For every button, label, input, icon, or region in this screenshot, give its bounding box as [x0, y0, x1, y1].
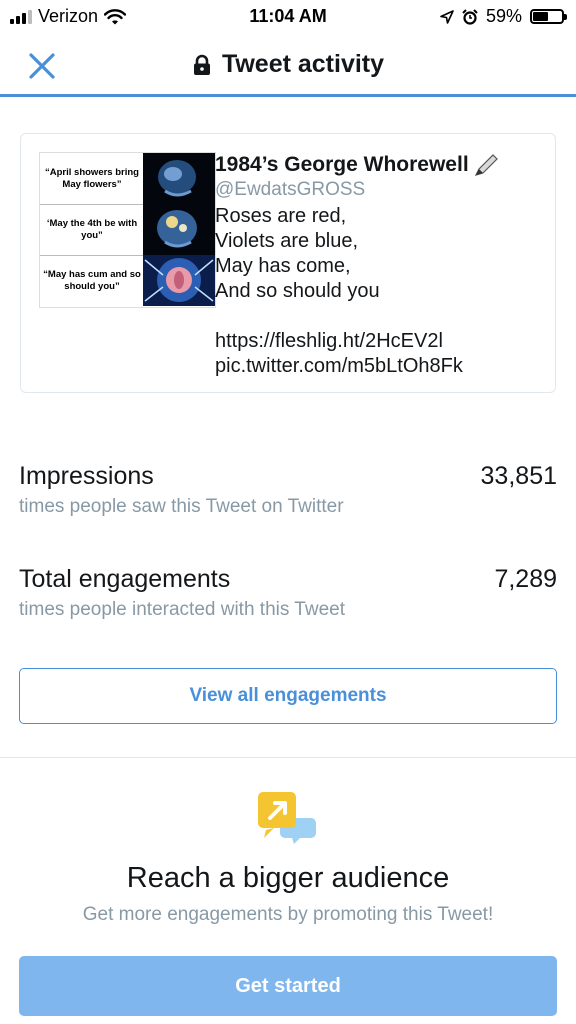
tweet-body: 1984’s George Whorewell @EwdatsGROSS Ros… — [215, 152, 545, 379]
get-started-button[interactable]: Get started — [19, 956, 557, 1016]
page-title: Tweet activity — [221, 50, 385, 78]
meme-panel-2: ‘May the 4th be with you” — [40, 204, 215, 256]
section-divider — [0, 757, 576, 758]
meme-panel-3: “May has cum and so should you” — [40, 255, 215, 306]
view-all-engagements-button[interactable]: View all engagements — [19, 668, 557, 724]
lock-icon — [193, 54, 210, 75]
impressions-label: Impressions — [19, 462, 154, 490]
engagements-label: Total engagements — [19, 565, 231, 593]
author-name: 1984’s George Whorewell — [215, 153, 469, 176]
engagements-value: 7,289 — [494, 565, 557, 593]
page-title-container: Tweet activity — [0, 50, 576, 79]
author-handle[interactable]: @EwdatsGROSS — [215, 178, 545, 202]
alarm-icon — [462, 8, 478, 25]
location-icon — [440, 9, 454, 24]
status-bar: Verizon 11:04 AM 59% — [0, 0, 576, 34]
nav-bar: Tweet activity — [0, 34, 576, 97]
impressions-value: 33,851 — [480, 462, 557, 490]
brain-small-image — [143, 153, 215, 204]
tweet-media-image[interactable]: “April showers bring May flowers” ‘May t… — [39, 152, 216, 308]
promo-subtitle: Get more engagements by promoting this T… — [82, 904, 494, 925]
meme-caption-3: “May has cum and so should you” — [43, 268, 141, 292]
battery-percent: 59% — [485, 6, 522, 26]
tweet-text: Roses are red, Violets are blue, May has… — [215, 205, 463, 377]
promo-title: Reach a bigger audience — [126, 862, 450, 894]
promote-icon — [258, 792, 316, 844]
status-bar-right: 59% — [440, 6, 567, 27]
tweet-author[interactable]: 1984’s George Whorewell — [215, 152, 545, 178]
engagements-description: times people interacted with this Tweet — [19, 599, 345, 620]
tweet-card[interactable]: “April showers bring May flowers” ‘May t… — [20, 133, 556, 393]
meme-caption-1: “April showers bring May flowers” — [45, 166, 139, 190]
meme-panel-1: “April showers bring May flowers” — [40, 153, 215, 205]
galaxy-brain-image — [143, 255, 215, 306]
battery-icon — [530, 9, 567, 24]
brain-glowing-image — [143, 204, 215, 255]
impressions-description: times people saw this Tweet on Twitter — [19, 496, 344, 517]
meme-caption-2: ‘May the 4th be with you” — [46, 217, 138, 241]
pen-icon — [474, 154, 498, 176]
